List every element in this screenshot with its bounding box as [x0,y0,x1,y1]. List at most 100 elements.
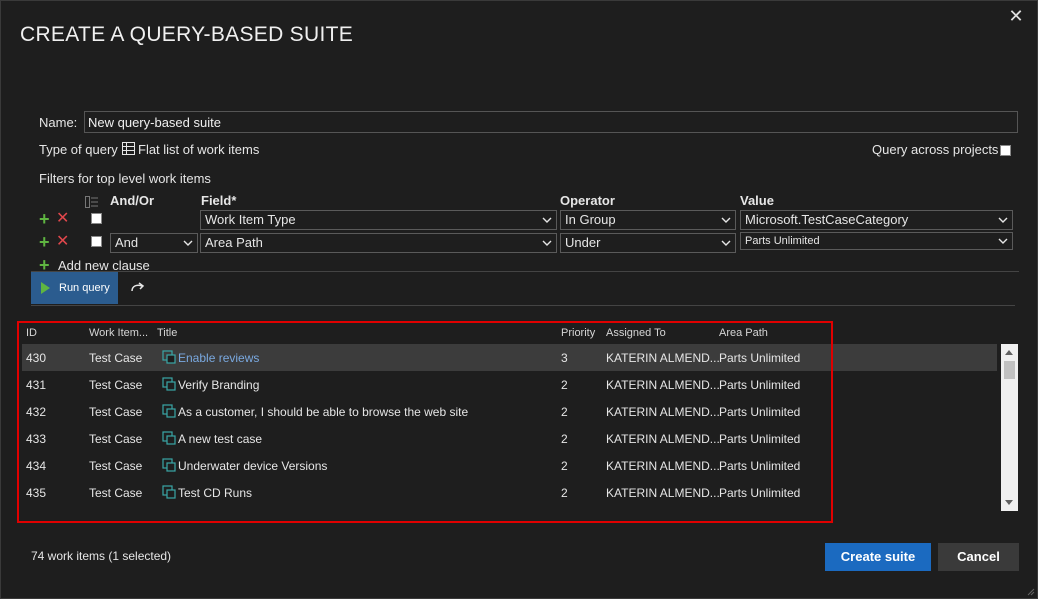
value-select[interactable]: Parts Unlimited [740,232,1013,250]
cell-title[interactable]: Enable reviews [178,351,259,365]
close-icon[interactable]: ✕ [1007,7,1025,25]
cell-title[interactable]: Verify Branding [178,378,259,392]
chevron-down-icon [998,217,1008,223]
table-row[interactable]: 435 Test Case Test CD Runs 2 KATERIN ALM… [22,479,997,506]
remove-clause-icon[interactable]: ✕ [56,234,69,250]
test-case-icon [162,431,176,445]
cell-title[interactable]: As a customer, I should be able to brows… [178,405,468,419]
cell-id: 435 [26,486,47,500]
column-header-work-item-type[interactable]: Work Item... [89,327,148,339]
field-select-value: Work Item Type [205,212,296,227]
scroll-down-icon[interactable] [1005,500,1013,505]
field-select-value: Area Path [205,235,263,250]
name-field[interactable] [84,111,1018,133]
cell-title[interactable]: Underwater device Versions [178,459,327,473]
filters-label: Filters for top level work items [39,171,211,186]
table-row[interactable]: 433 Test Case A new test case 2 KATERIN … [22,425,997,452]
query-type-value[interactable]: Flat list of work items [138,142,259,157]
value-select[interactable]: Microsoft.TestCaseCategory [740,210,1013,230]
cell-type: Test Case [89,459,143,473]
group-clauses-icon[interactable] [85,195,99,208]
column-header-assigned-to[interactable]: Assigned To [606,327,666,339]
operator-select-value: Under [565,235,601,250]
resize-grip-icon[interactable] [1025,586,1035,596]
table-row[interactable]: 434 Test Case Underwater device Versions… [22,452,997,479]
cell-type: Test Case [89,486,143,500]
cell-type: Test Case [89,405,143,419]
cell-priority: 3 [561,351,568,365]
chevron-down-icon [721,240,731,246]
cell-type: Test Case [89,432,143,446]
cell-title[interactable]: Test CD Runs [178,486,252,500]
cell-type: Test Case [89,351,143,365]
cell-assigned: KATERIN ALMEND... [606,486,720,500]
andor-header: And/Or [110,193,155,208]
query-across-projects-checkbox[interactable] [1000,145,1011,156]
chevron-down-icon [998,238,1008,244]
grid-scrollbar[interactable] [1001,344,1018,511]
name-label: Name: [39,115,78,130]
test-case-icon [162,458,176,472]
cell-priority: 2 [561,405,568,419]
andor-select-value: And [115,235,139,250]
scroll-thumb[interactable] [1004,361,1015,379]
run-query-button[interactable]: Run query [31,272,118,304]
table-row[interactable]: 431 Test Case Verify Branding 2 KATERIN … [22,371,997,398]
add-new-clause-icon[interactable]: + [39,256,50,274]
cell-id: 434 [26,459,47,473]
cell-title[interactable]: A new test case [178,432,262,446]
remove-clause-icon[interactable]: ✕ [56,211,69,227]
chevron-down-icon [721,217,731,223]
cell-assigned: KATERIN ALMEND... [606,432,720,446]
add-clause-icon[interactable]: + [39,233,50,251]
cell-area: Parts Unlimited [719,405,801,419]
cell-area: Parts Unlimited [719,486,801,500]
column-header-area-path[interactable]: Area Path [719,327,768,339]
cell-id: 431 [26,378,47,392]
cell-area: Parts Unlimited [719,378,801,392]
cell-area: Parts Unlimited [719,432,801,446]
divider [31,271,1019,272]
cell-priority: 2 [561,432,568,446]
column-header-title[interactable]: Title [157,327,177,339]
cell-assigned: KATERIN ALMEND... [606,378,720,392]
column-header-id[interactable]: ID [26,327,37,339]
value-header: Value [740,193,774,208]
operator-select[interactable]: In Group [560,210,736,230]
cell-assigned: KATERIN ALMEND... [606,351,720,365]
clause-checkbox[interactable] [91,236,102,247]
value-select-value: Microsoft.TestCaseCategory [745,212,909,227]
operator-select[interactable]: Under [560,233,736,253]
cell-assigned: KATERIN ALMEND... [606,459,720,473]
cell-id: 430 [26,351,47,365]
cell-type: Test Case [89,378,143,392]
chevron-down-icon [542,217,552,223]
test-case-icon [162,404,176,418]
table-row[interactable]: 430 Test Case Enable reviews 3 KATERIN A… [22,344,997,371]
field-select[interactable]: Work Item Type [200,210,557,230]
test-case-icon [162,350,176,364]
dialog-title: CREATE A QUERY-BASED SUITE [20,23,354,46]
run-query-label: Run query [59,282,110,294]
list-grid-icon [122,142,136,156]
test-case-icon [162,377,176,391]
chevron-down-icon [183,240,193,246]
operator-select-value: In Group [565,212,616,227]
add-clause-icon[interactable]: + [39,210,50,228]
scroll-up-icon[interactable] [1005,350,1013,355]
create-suite-button[interactable]: Create suite [825,543,931,571]
query-type-label: Type of query [39,142,118,157]
redo-icon[interactable] [129,279,147,297]
table-row[interactable]: 432 Test Case As a customer, I should be… [22,398,997,425]
chevron-down-icon [542,240,552,246]
andor-select[interactable]: And [110,233,198,253]
divider [31,305,1015,306]
cell-priority: 2 [561,378,568,392]
cell-area: Parts Unlimited [719,351,801,365]
field-select[interactable]: Area Path [200,233,557,253]
play-icon [41,282,50,294]
column-header-priority[interactable]: Priority [561,327,595,339]
clause-checkbox[interactable] [91,213,102,224]
cancel-button[interactable]: Cancel [938,543,1019,571]
cell-id: 433 [26,432,47,446]
